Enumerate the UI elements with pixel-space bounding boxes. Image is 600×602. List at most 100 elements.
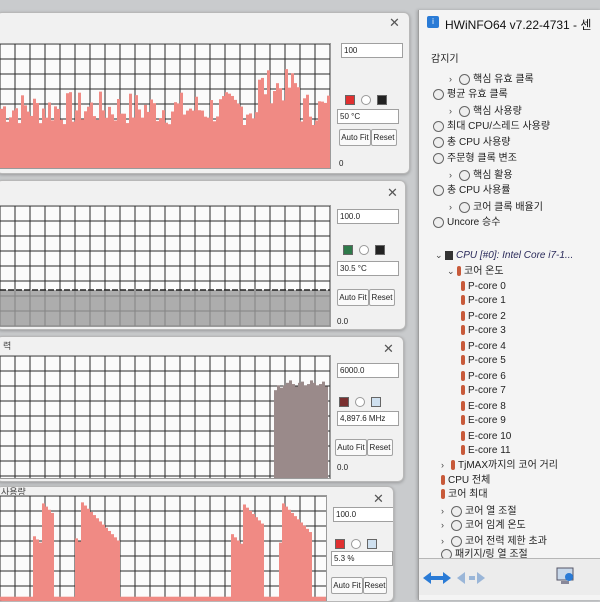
chevron-right-icon[interactable]: › [449, 200, 459, 214]
tree-row[interactable]: P-core 2 [461, 310, 506, 324]
chevron-right-icon[interactable]: › [449, 168, 459, 182]
auto-fit-button[interactable]: Auto Fit [335, 439, 367, 456]
tree-row[interactable]: P-core 1 [461, 294, 506, 308]
graph-current-value: 5.3 % [331, 551, 393, 566]
reset-button[interactable]: Reset [371, 129, 397, 146]
graph-sample [24, 105, 27, 168]
reset-button[interactable]: Reset [363, 577, 387, 594]
tree-row[interactable]: 주문형 클록 변조 [433, 152, 517, 166]
column-header-sensor[interactable]: 감지기 [431, 50, 459, 65]
tree-row[interactable]: ›코어 클록 배율기 [449, 200, 543, 214]
graph-sample [231, 534, 234, 602]
graph-max-value: 100.0 [333, 507, 394, 522]
color-swatch-icon[interactable] [367, 539, 377, 549]
tree-row[interactable]: ›TjMAX까지의 코어 거리 [441, 458, 558, 472]
chevron-right-icon[interactable]: › [441, 534, 451, 548]
tree-row[interactable]: CPU 전체 [441, 474, 490, 488]
tree-row[interactable]: E-core 10 [461, 430, 511, 444]
nav-arrows-icon[interactable] [423, 571, 453, 585]
color-swatch-icon[interactable] [345, 95, 355, 105]
tree-row[interactable]: 최대 CPU/스레드 사용량 [433, 120, 550, 134]
graph-sample [6, 122, 9, 168]
graph-plot-4 [0, 495, 327, 602]
expand-arrows-icon[interactable] [457, 571, 487, 585]
color-circle-icon[interactable] [359, 245, 369, 255]
auto-fit-button[interactable]: Auto Fit [331, 577, 363, 594]
close-icon[interactable]: ✕ [389, 15, 400, 31]
color-swatch-icon[interactable] [371, 397, 381, 407]
color-circle-icon[interactable] [351, 539, 361, 549]
reset-button[interactable]: Reset [367, 439, 393, 456]
tree-row[interactable]: ⌄CPU [#0]: Intel Core i7-1... [435, 248, 573, 262]
auto-fit-button[interactable]: Auto Fit [339, 129, 371, 146]
graph-sample [246, 115, 249, 168]
tree-row[interactable]: E-core 8 [461, 400, 506, 414]
color-swatch-icon[interactable] [377, 95, 387, 105]
graph-sample [312, 597, 315, 602]
chevron-right-icon[interactable]: › [441, 458, 451, 472]
color-swatch-icon[interactable] [335, 539, 345, 549]
reset-button[interactable]: Reset [369, 289, 395, 306]
tree-row[interactable]: P-core 7 [461, 384, 506, 398]
graph-sample [258, 520, 261, 602]
tree-row[interactable]: P-core 3 [461, 324, 506, 338]
graph-max-value: 100 [341, 43, 403, 58]
graph-sample [51, 513, 54, 602]
tree-row[interactable]: 코어 최대 [441, 488, 488, 502]
close-icon[interactable]: ✕ [383, 341, 394, 357]
graph-sample [273, 91, 276, 168]
graph-sample [138, 109, 141, 168]
graph-sample [270, 597, 273, 602]
chevron-down-icon[interactable]: ⌄ [447, 264, 457, 278]
graph-sample [18, 123, 21, 168]
chevron-right-icon[interactable]: › [441, 504, 451, 518]
graph-sample [225, 92, 228, 168]
color-swatch-icon[interactable] [339, 397, 349, 407]
tree-row[interactable]: 총 CPU 사용량 [433, 136, 510, 150]
color-circle-icon[interactable] [355, 397, 365, 407]
graph-sample [42, 109, 45, 168]
chevron-right-icon[interactable]: › [449, 72, 459, 86]
tree-row[interactable]: P-core 6 [461, 370, 506, 384]
tree-row[interactable]: ›핵심 활용 [449, 168, 513, 182]
close-icon[interactable]: ✕ [373, 491, 384, 507]
tree-row[interactable]: ›코어 전력 제한 초과 [441, 534, 547, 548]
tree-row[interactable]: 총 CPU 사용률 [433, 184, 510, 198]
graph-sample [183, 115, 186, 168]
tree-row[interactable]: 평균 유효 클록 [433, 88, 508, 102]
tree-row[interactable]: ›핵심 사용량 [449, 104, 522, 118]
title-bar[interactable]: i HWiNFO64 v7.22-4731 - 센 [419, 10, 600, 36]
chevron-down-icon[interactable]: ⌄ [435, 248, 445, 262]
auto-fit-button[interactable]: Auto Fit [337, 289, 369, 306]
clock-icon [459, 106, 470, 117]
graph-sample [231, 96, 234, 168]
graph-sample [12, 597, 15, 602]
tree-row[interactable]: ⌄코어 온도 [447, 264, 504, 278]
chevron-right-icon[interactable]: › [441, 518, 451, 532]
tree-row[interactable]: ›코어 열 조절 [441, 504, 517, 518]
graph-sample [39, 123, 42, 168]
tree-row[interactable]: P-core 5 [461, 354, 506, 368]
graph-sample [63, 124, 66, 168]
graph-sample [57, 109, 60, 168]
graph-sample [84, 506, 87, 602]
tree-row[interactable]: E-core 11 [461, 444, 511, 458]
color-swatch-icon[interactable] [375, 245, 385, 255]
tree-row[interactable]: Uncore 승수 [433, 216, 500, 230]
tree-row[interactable]: E-core 9 [461, 414, 506, 428]
color-circle-icon[interactable] [361, 95, 371, 105]
chevron-right-icon[interactable]: › [449, 104, 459, 118]
tree-row[interactable]: ›핵심 유효 클록 [449, 72, 534, 86]
tree-row[interactable]: P-core 4 [461, 340, 506, 354]
graph-sample [282, 503, 285, 602]
graph-sample [132, 597, 135, 602]
color-swatch-icon[interactable] [343, 245, 353, 255]
graph-sample [135, 597, 138, 602]
tree-row[interactable]: P-core 0 [461, 280, 506, 294]
close-icon[interactable]: ✕ [387, 185, 398, 201]
tree-row[interactable]: ›코어 임계 온도 [441, 518, 526, 532]
logging-icon[interactable] [555, 565, 577, 587]
graph-sample [27, 112, 30, 168]
graph-sample [316, 385, 319, 478]
graph-sample [117, 541, 120, 602]
